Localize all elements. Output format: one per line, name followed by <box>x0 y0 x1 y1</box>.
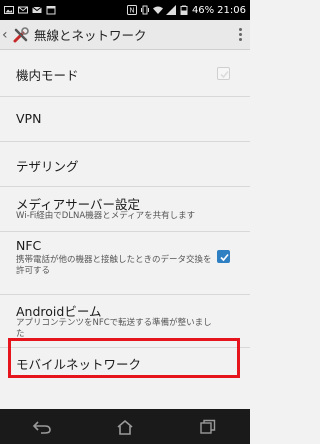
home-icon[interactable] <box>105 412 145 442</box>
nfc-icon: N <box>126 5 137 15</box>
recent-apps-icon[interactable] <box>188 412 228 442</box>
svg-text:N: N <box>129 7 134 15</box>
setting-title: テザリング <box>16 159 79 174</box>
up-button[interactable]: ‹ <box>0 20 34 50</box>
setting-vpn[interactable]: VPN <box>0 97 250 142</box>
setting-title: 機内モード <box>16 68 79 83</box>
setting-summary: Wi-Fi経由でDLNA機器とメディアを共有します <box>16 211 196 221</box>
highlight-box <box>8 338 240 378</box>
airplane-mode-checkbox[interactable] <box>217 67 230 80</box>
calendar-icon <box>46 6 56 15</box>
signal-icon <box>165 5 176 15</box>
battery-percent: 46% <box>191 4 215 16</box>
setting-tethering[interactable]: テザリング <box>0 142 250 187</box>
mail-icon <box>18 6 28 14</box>
page-title: 無線とネットワーク <box>34 28 147 43</box>
battery-icon <box>180 5 188 15</box>
setting-summary: アプリコンテンツをNFCで転送する準備が整いました <box>16 318 212 339</box>
chevron-left-icon: ‹ <box>2 26 8 43</box>
email-icon <box>32 6 42 13</box>
vibrate-icon <box>140 5 149 15</box>
overflow-menu-icon[interactable] <box>230 20 250 50</box>
setting-summary: 携帯電話が他の機器と接触したときのデータ交換を許可する <box>16 255 212 276</box>
image-icon <box>4 6 14 14</box>
setting-airplane-mode[interactable]: 機内モード <box>0 51 250 97</box>
action-bar: ‹ 無線とネットワーク <box>0 20 250 50</box>
setting-title: NFC <box>16 238 42 253</box>
wifi-icon <box>152 6 163 14</box>
back-icon[interactable] <box>22 412 62 442</box>
nfc-checkbox[interactable] <box>217 250 230 263</box>
setting-media-server[interactable]: メディアサーバー設定 Wi-Fi経由でDLNA機器とメディアを共有します <box>0 187 250 232</box>
setting-title: VPN <box>16 111 42 126</box>
settings-tools-icon <box>13 26 29 42</box>
setting-nfc[interactable]: NFC 携帯電話が他の機器と接触したときのデータ交換を許可する <box>0 232 250 295</box>
clock: 21:06 <box>217 4 246 16</box>
navigation-bar <box>0 409 250 444</box>
status-bar: N 46% 21:06 <box>0 0 250 20</box>
